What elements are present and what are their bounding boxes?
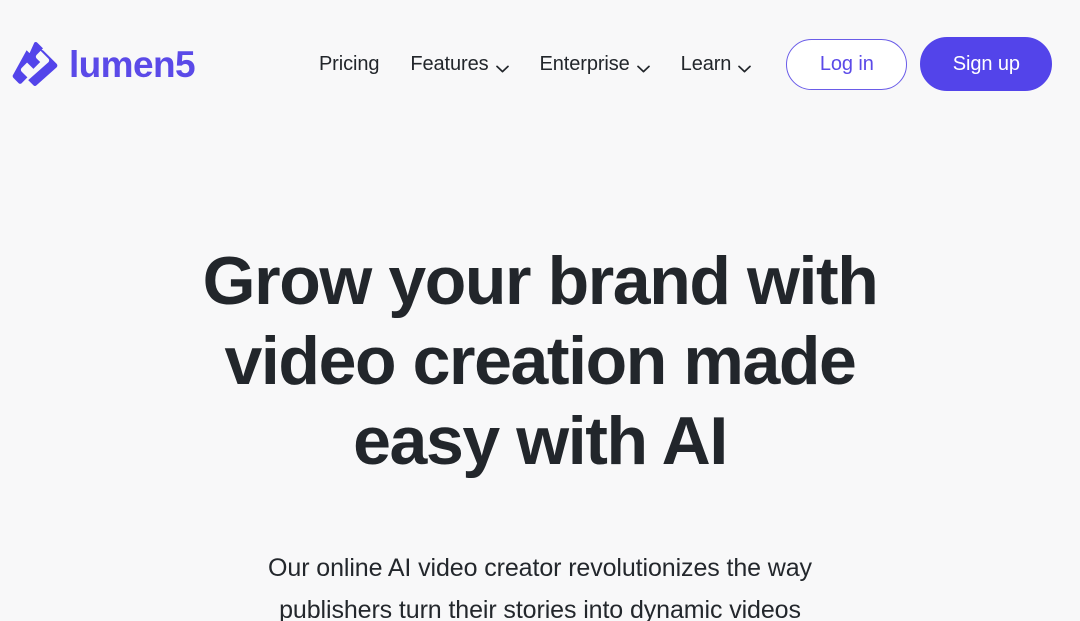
nav-item-features[interactable]: Features — [410, 52, 509, 76]
signup-button[interactable]: Sign up — [920, 37, 1053, 91]
brand-logo-link[interactable]: lumen5 — [12, 41, 196, 87]
auth-actions: Log in Sign up — [786, 37, 1053, 91]
hero-subtitle: Our online AI video creator revolutioniz… — [0, 481, 1080, 621]
page-title: Grow your brand with video creation made… — [0, 241, 1080, 481]
hero-subtitle-line: publishers turn their stories into dynam… — [279, 596, 801, 621]
hero-subtitle-line: Our online AI video creator revolutioniz… — [268, 554, 812, 582]
nav-item-label: Features — [410, 52, 489, 75]
nav-item-label: Pricing — [318, 52, 380, 75]
page-title-line: easy with AI — [353, 403, 728, 479]
chevron-down-icon — [495, 62, 509, 72]
site-header: lumen5 Pricing Features Enterprise Learn… — [0, 0, 1080, 128]
nav-item-learn[interactable]: Learn — [681, 53, 752, 76]
hero-section: Grow your brand with video creation made… — [0, 241, 1080, 621]
login-button[interactable]: Log in — [786, 38, 908, 90]
page-title-line: video creation made — [224, 323, 857, 399]
nav-item-pricing[interactable]: Pricing — [318, 52, 380, 76]
brand-wordmark: lumen5 — [69, 43, 196, 85]
lumen5-logo-icon — [12, 41, 58, 87]
chevron-down-icon — [738, 62, 752, 72]
nav-item-label: Learn — [680, 52, 732, 75]
landing-page: lumen5 Pricing Features Enterprise Learn… — [0, 0, 1080, 621]
nav-item-label: Enterprise — [539, 52, 630, 75]
primary-navigation: Pricing Features Enterprise Learn — [318, 52, 752, 76]
nav-item-enterprise[interactable]: Enterprise — [540, 53, 650, 76]
page-title-line: Grow your brand with — [202, 243, 879, 319]
chevron-down-icon — [636, 62, 650, 72]
